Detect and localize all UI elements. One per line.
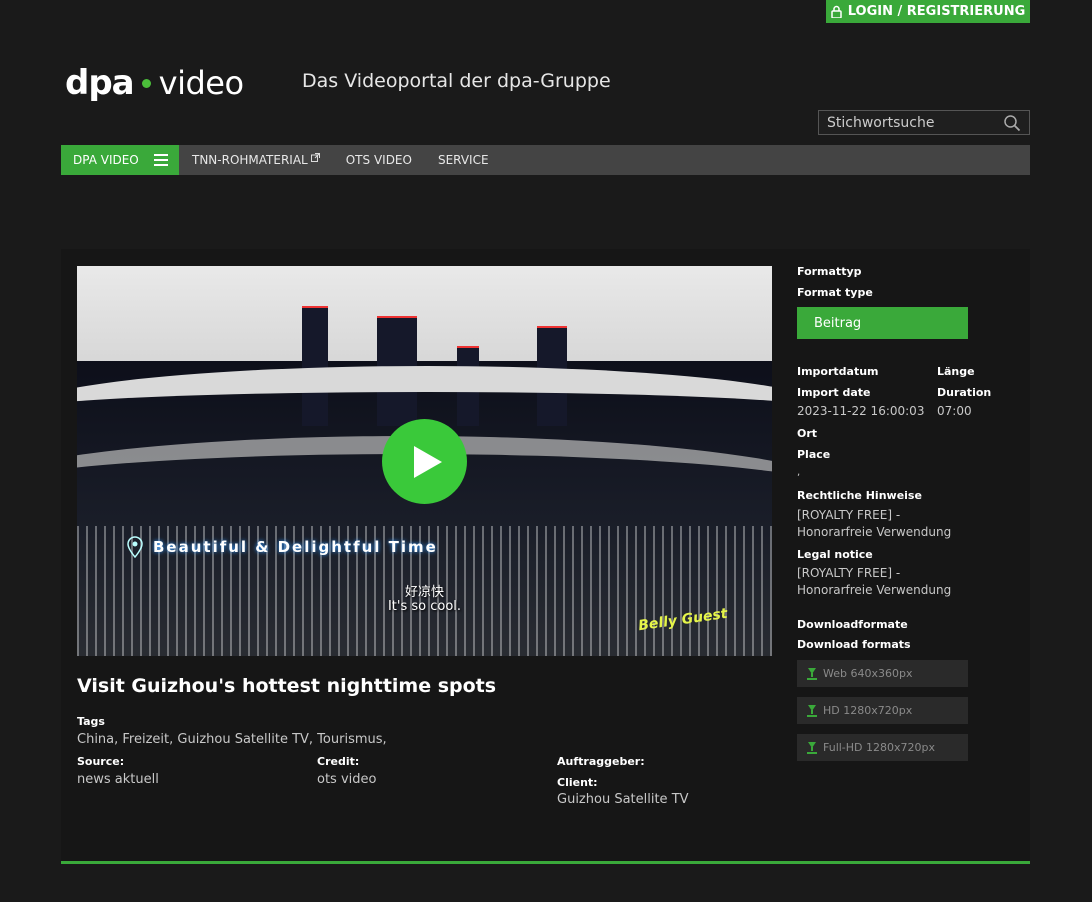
video-caption-text: Beautiful & Delightful Time: [153, 538, 438, 556]
downloadformate-label: Downloadformate: [797, 618, 908, 631]
search-input[interactable]: [819, 111, 1003, 134]
nav-dpa-video-label: DPA VIDEO: [73, 153, 139, 167]
location-pin-icon: [127, 536, 143, 558]
rechtliche-hinweise-label: Rechtliche Hinweise: [797, 489, 922, 502]
logo-dpa: dpa: [65, 63, 135, 103]
play-button[interactable]: [382, 419, 467, 504]
video-subtitle-chinese: 好凉快: [404, 585, 444, 600]
hamburger-menu-icon[interactable]: [154, 154, 168, 166]
download-web-button[interactable]: Web 640x360px: [797, 660, 968, 687]
rechtliche-hinweise-value: [ROYALTY FREE] - Honorarfreie Verwendung: [797, 508, 952, 539]
download-icon: [807, 741, 817, 754]
video-detail-panel: Beautiful & Delightful Time 好凉快 It's so …: [61, 249, 1030, 864]
login-label: LOGIN / REGISTRIERUNG: [847, 4, 1026, 19]
nav-service-label: SERVICE: [437, 153, 489, 167]
source-label: Source:: [77, 755, 125, 768]
download-hd-button[interactable]: HD 1280x720px: [797, 697, 968, 724]
formattyp-label: Formattyp: [797, 265, 862, 278]
logo-video: video: [158, 64, 244, 102]
download-web-label: Web 640x360px: [823, 667, 913, 680]
nav-tnn-label: TNN-ROHMATERIAL: [192, 153, 308, 167]
main-navigation: DPA VIDEO TNN-ROHMATERIAL OTS VIDEO SERV…: [61, 145, 1030, 175]
format-type-label: Format type: [797, 286, 873, 299]
format-type-button[interactable]: Beitrag: [797, 307, 968, 339]
credit-label: Credit:: [317, 755, 360, 768]
legal-notice-value: [ROYALTY FREE] - Honorarfreie Verwendung: [797, 566, 952, 597]
nav-service[interactable]: SERVICE: [425, 145, 502, 175]
auftraggeber-label: Auftraggeber:: [557, 755, 645, 768]
search-icon[interactable]: [1003, 114, 1021, 132]
download-full-hd-label: Full-HD 1280x720px: [823, 741, 936, 754]
download-full-hd-button[interactable]: Full-HD 1280x720px: [797, 734, 968, 761]
importdatum-label: Importdatum: [797, 365, 879, 378]
play-icon: [413, 445, 442, 478]
nav-ots-label: OTS VIDEO: [345, 153, 412, 167]
import-date-value: 2023-11-22 16:00:03: [797, 404, 925, 418]
credit-value: ots video: [317, 772, 377, 787]
login-button[interactable]: LOGIN / REGISTRIERUNG: [826, 0, 1030, 23]
client-value: Guizhou Satellite TV: [557, 792, 689, 807]
tags-label: Tags: [77, 715, 105, 728]
download-formats-label: Download formats: [797, 638, 911, 651]
download-icon: [807, 667, 817, 680]
external-link-icon: [310, 152, 320, 162]
download-icon: [807, 704, 817, 717]
nav-dpa-video[interactable]: DPA VIDEO: [61, 145, 179, 175]
client-label: Client:: [557, 776, 598, 789]
video-subtitle-english: It's so cool.: [387, 599, 462, 614]
duration-label: Duration: [937, 386, 992, 399]
place-label: Place: [797, 448, 831, 461]
ort-label: Ort: [797, 427, 818, 440]
download-hd-label: HD 1280x720px: [823, 704, 913, 717]
duration-value: 07:00: [937, 404, 972, 418]
nav-ots-video[interactable]: OTS VIDEO: [333, 145, 425, 175]
laenge-label: Länge: [937, 365, 975, 378]
video-title: Visit Guizhou's hottest nighttime spots: [77, 675, 497, 697]
nav-tnn-rohmaterial[interactable]: TNN-ROHMATERIAL: [179, 145, 333, 175]
place-value: ,: [797, 467, 801, 478]
import-date-label: Import date: [797, 386, 871, 399]
source-value: news aktuell: [77, 772, 159, 787]
dpa-video-logo[interactable]: dpa video: [65, 62, 244, 104]
lock-icon: [830, 5, 842, 18]
legal-notice-label: Legal notice: [797, 548, 873, 561]
site-tagline: Das Videoportal der dpa-Gruppe: [302, 70, 611, 92]
logo-dot: [141, 78, 151, 88]
search-box: [818, 110, 1030, 135]
video-player[interactable]: Beautiful & Delightful Time 好凉快 It's so …: [77, 266, 772, 656]
video-caption: Beautiful & Delightful Time: [127, 536, 438, 558]
tags-value: China, Freizeit, Guizhou Satellite TV, T…: [77, 732, 387, 747]
